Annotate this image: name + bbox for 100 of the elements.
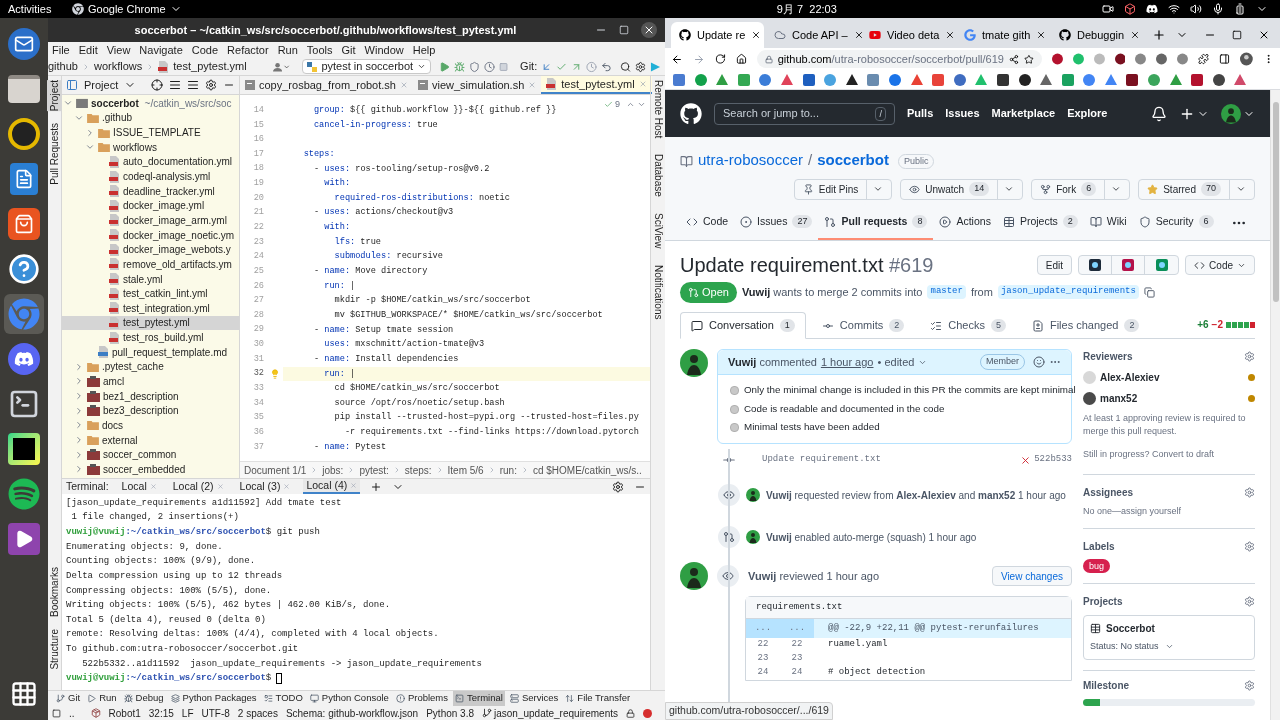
repo-tab[interactable]: Wiki	[1083, 205, 1133, 240]
tree-item[interactable]: docs	[62, 418, 239, 433]
repo-action-button[interactable]: Starred 70	[1138, 178, 1255, 200]
code-button[interactable]: Code	[1185, 255, 1255, 275]
tree-item[interactable]: external	[62, 432, 239, 448]
repo-tab[interactable]: Projects 2	[996, 205, 1084, 240]
status-item[interactable]: Robot1	[108, 705, 141, 720]
tool-window-tab[interactable]: SciView	[650, 213, 666, 249]
tree-item[interactable]: codeql-analysis.yml	[62, 169, 239, 184]
editor-tab[interactable]: view_simulation.sh	[412, 76, 542, 94]
menu-item[interactable]: View	[106, 41, 131, 59]
branch-name[interactable]: jason_update_requirements	[997, 285, 1139, 299]
tool-window-button[interactable]: Python Console	[307, 691, 391, 706]
menu-item[interactable]: Tools	[306, 41, 333, 59]
panel-title[interactable]: Project	[84, 76, 119, 94]
tree-item[interactable]: soccer_embedded	[62, 462, 239, 477]
tree-item[interactable]: remove_old_artifacts.ym	[62, 257, 239, 272]
browser-tab[interactable]: Update re	[671, 22, 764, 48]
tool-window-button[interactable]: TODO	[261, 691, 305, 706]
status-item[interactable]: LF	[181, 705, 194, 720]
breadcrumb-item[interactable]: test_pytest.yml	[173, 58, 247, 75]
tree-item[interactable]: soccerbot ~/catkin_ws/src/soc	[62, 96, 239, 111]
status-item[interactable]: ..	[69, 705, 75, 720]
edit-button[interactable]: Edit	[1036, 255, 1073, 275]
repo-tab[interactable]: Pull requests 8	[818, 205, 934, 240]
menu-item[interactable]: Help	[412, 41, 436, 59]
tree-item[interactable]: bez3_description	[62, 403, 239, 419]
commit-sha[interactable]: 522b533	[1034, 453, 1072, 467]
browser-tab[interactable]: tmate gith	[956, 22, 1049, 48]
nav-link[interactable]: Marketplace	[991, 105, 1056, 122]
reviewer-link[interactable]: Alex-Alexiev	[1100, 370, 1160, 385]
convert-to-draft-link[interactable]: Convert to draft	[1152, 449, 1215, 459]
status-dropdown[interactable]: Status: No status	[1090, 640, 1159, 654]
view-changes-button[interactable]: View changes	[991, 566, 1072, 587]
breadcrumb-item[interactable]: github	[48, 58, 78, 75]
nav-link[interactable]: Pulls	[907, 105, 934, 122]
menu-item[interactable]: Run	[277, 41, 298, 59]
status-item[interactable]: jason_update_requirements	[494, 705, 618, 720]
status-item[interactable]: 32:15	[148, 705, 174, 720]
status-item[interactable]: 2 spaces	[237, 705, 278, 720]
editor-tab[interactable]: test_pytest.yml	[541, 76, 652, 94]
tool-window-tab[interactable]: Remote Host	[650, 80, 666, 139]
tree-item[interactable]: .pytest_cache	[62, 359, 239, 375]
breadcrumb-item[interactable]: pytest:	[359, 462, 389, 478]
tree-item[interactable]: deadline_tracker.yml	[62, 183, 239, 199]
repo-tab[interactable]: Security 6	[1132, 205, 1220, 240]
tree-item[interactable]: bez1_description	[62, 388, 239, 404]
repo-action-button[interactable]: Unwatch 14	[900, 178, 1024, 200]
tree-item[interactable]: workflows	[62, 139, 239, 155]
tree-item[interactable]: test_catkin_lint.yml	[62, 286, 239, 301]
tool-window-button[interactable]: Debug	[121, 691, 166, 706]
commit-message[interactable]: Update requirement.txt	[762, 453, 881, 467]
repo-owner-link[interactable]: utra-robosoccer	[698, 148, 804, 171]
tool-window-button[interactable]: Run	[85, 691, 119, 706]
tree-item[interactable]: ISSUE_TEMPLATE	[62, 125, 239, 140]
pr-tab[interactable]: Checks 5	[920, 312, 1016, 339]
tool-window-tab[interactable]: Pull Requests	[47, 123, 62, 185]
tool-window-button[interactable]: Terminal	[453, 691, 505, 706]
tree-item[interactable]: docker_image_noetic.ym	[62, 227, 239, 243]
pr-tab[interactable]: Commits 2	[811, 312, 915, 339]
repo-name-link[interactable]: soccerbot	[817, 148, 889, 171]
terminal-tab[interactable]: Local (2)	[169, 479, 227, 494]
tree-item[interactable]: soccer_common	[62, 447, 239, 462]
project-link[interactable]: Soccerbot	[1106, 621, 1155, 636]
tool-window-button[interactable]: File Transfer	[563, 691, 633, 706]
run-config-dropdown[interactable]: pytest in soccerbot	[302, 59, 432, 74]
tool-window-tab[interactable]: Database	[650, 154, 666, 198]
tree-item[interactable]: docker_image.yml	[62, 198, 239, 214]
repo-tab[interactable]: Issues 27	[734, 205, 819, 240]
tool-window-tab[interactable]: Project	[47, 80, 62, 112]
browser-tab[interactable]: Debuggin	[1051, 22, 1144, 48]
tool-window-button[interactable]: Problems	[393, 691, 450, 706]
breadcrumb-item[interactable]: run:	[499, 462, 517, 478]
terminal-tab[interactable]: Local	[118, 479, 160, 494]
terminal-tab[interactable]: Local (4)	[303, 479, 361, 494]
tree-item[interactable]: test_integration.yml	[62, 300, 239, 316]
repo-action-button[interactable]: Fork 6	[1031, 178, 1131, 200]
menu-item[interactable]: File	[52, 41, 70, 59]
tree-item[interactable]: test_pytest.yml	[62, 315, 239, 331]
tool-window-tab[interactable]: Notifications	[650, 264, 666, 320]
app-menu[interactable]: Google Chrome	[72, 0, 182, 18]
status-item[interactable]: Python 3.8	[426, 705, 474, 720]
tool-window-tab[interactable]: Bookmarks	[47, 567, 62, 618]
terminal-tab[interactable]: Local (3)	[236, 479, 294, 494]
pr-tab[interactable]: Files changed 2	[1021, 312, 1150, 339]
nav-link[interactable]: Explore	[1067, 105, 1108, 122]
tree-item[interactable]: .github	[62, 110, 239, 126]
menu-item[interactable]: Refactor	[227, 41, 269, 59]
tool-window-tab[interactable]: Structure	[47, 629, 62, 670]
breadcrumb-item[interactable]: Item 5/6	[447, 462, 484, 478]
edited-text[interactable]: • edited	[877, 353, 915, 371]
menu-item[interactable]: Code	[191, 41, 219, 59]
tree-item[interactable]: auto_documentation.yml	[62, 154, 239, 170]
tool-window-button[interactable]: Services	[507, 691, 561, 706]
branch-name[interactable]: master	[927, 285, 966, 299]
time-link[interactable]: 1 hour ago	[820, 353, 874, 371]
tool-window-button[interactable]: Git	[54, 691, 83, 706]
search-field[interactable]: Search or jump to... /	[714, 102, 895, 125]
status-item[interactable]: Schema: github-workflow.json	[285, 705, 419, 720]
breadcrumb-item[interactable]: Document 1/1	[244, 462, 307, 478]
